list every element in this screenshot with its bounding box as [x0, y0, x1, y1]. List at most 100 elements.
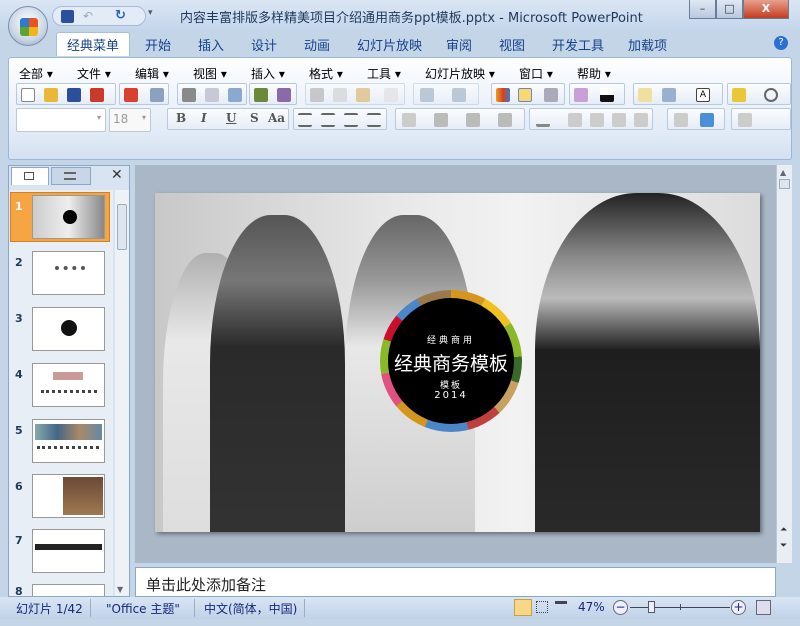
print-preview-icon[interactable]	[205, 88, 219, 102]
main-vertical-scrollbar[interactable]: ▲ ⏶ ⏷	[776, 165, 792, 563]
tab-classic-menu[interactable]: 经典菜单	[56, 32, 131, 56]
slide-thumbnail-8[interactable]	[32, 584, 105, 596]
zoom-slider[interactable]	[630, 601, 730, 613]
tab-design[interactable]: 设计	[251, 35, 277, 54]
font-color-icon[interactable]	[536, 113, 550, 127]
save-icon[interactable]	[61, 10, 74, 23]
menu-insert[interactable]: 插入 ▾	[251, 65, 285, 82]
menu-help[interactable]: 帮助 ▾	[577, 65, 611, 82]
new-icon[interactable]	[21, 88, 35, 102]
tab-outline[interactable]	[51, 167, 91, 185]
menu-window[interactable]: 窗口 ▾	[519, 65, 553, 82]
line-spacing-icon[interactable]	[402, 113, 416, 127]
quick-styles-icon[interactable]	[700, 113, 714, 127]
menu-all[interactable]: 全部 ▾	[19, 65, 53, 82]
zoom-level[interactable]: 47%	[578, 600, 605, 614]
tab-home[interactable]: 开始	[145, 35, 171, 54]
customize-qat-icon[interactable]: ▾	[148, 8, 153, 18]
slide-canvas[interactable]: 经典商用 经典商务模板 模板 2014	[155, 193, 760, 532]
change-case-button[interactable]: Aa	[268, 111, 285, 125]
tab-addins[interactable]: 加载项	[628, 35, 667, 54]
menu-format[interactable]: 格式 ▾	[309, 65, 343, 82]
format-painter-icon[interactable]	[384, 88, 398, 102]
chart-icon[interactable]	[496, 88, 510, 102]
justify-icon[interactable]	[367, 113, 381, 127]
close-pane-icon[interactable]: ✕	[111, 167, 123, 183]
slide-thumbnail-4[interactable]	[32, 363, 105, 407]
slide-thumbnail-3[interactable]	[32, 307, 105, 351]
next-slide-icon[interactable]: ⏷	[780, 541, 787, 551]
shape-fill-icon[interactable]	[738, 113, 752, 127]
print-icon[interactable]	[182, 88, 196, 102]
menu-edit[interactable]: 编辑 ▾	[135, 65, 169, 82]
permission-icon[interactable]	[90, 88, 104, 102]
save-icon[interactable]	[67, 88, 81, 102]
menu-file[interactable]: 文件 ▾	[77, 65, 111, 82]
tab-developer[interactable]: 开发工具	[552, 35, 604, 54]
align-left-icon[interactable]	[298, 113, 312, 127]
zoom-slider-thumb[interactable]	[647, 601, 655, 613]
previous-slide-icon[interactable]: ⏶	[780, 525, 787, 535]
tab-view[interactable]: 视图	[499, 35, 525, 54]
font-size-select[interactable]: 18 ▾	[109, 108, 151, 132]
find-icon[interactable]	[764, 88, 778, 102]
minimize-button[interactable]: –	[689, 0, 716, 19]
shadow-button[interactable]: S	[250, 111, 259, 125]
bullets-icon[interactable]	[498, 113, 512, 127]
menu-view[interactable]: 视图 ▾	[193, 65, 227, 82]
scroll-thumb[interactable]	[117, 204, 127, 250]
tab-slides[interactable]	[11, 167, 49, 185]
mail-icon[interactable]	[150, 88, 164, 102]
cut-icon[interactable]	[310, 88, 324, 102]
paste-icon[interactable]	[356, 88, 370, 102]
layout-icon[interactable]	[662, 88, 676, 102]
bold-button[interactable]: B	[176, 111, 186, 125]
underline-button[interactable]: U	[226, 111, 236, 125]
align-right-icon[interactable]	[344, 113, 358, 127]
undo-icon[interactable]	[420, 88, 434, 102]
font-name-select[interactable]: ▾	[16, 108, 106, 132]
zoom-out-icon[interactable]: −	[613, 600, 628, 615]
menu-slideshow[interactable]: 幻灯片放映 ▾	[425, 65, 495, 82]
slide-thumbnail-6[interactable]	[32, 474, 105, 518]
fit-to-window-icon[interactable]	[756, 600, 771, 615]
tab-insert[interactable]: 插入	[198, 35, 224, 54]
redo-icon[interactable]: ↻	[115, 8, 126, 23]
copy-icon[interactable]	[333, 88, 347, 102]
scroll-up-icon[interactable]: ▲	[780, 168, 786, 177]
scroll-down-icon[interactable]: ▼	[117, 585, 123, 594]
align-center-icon[interactable]	[321, 113, 335, 127]
arrange-icon[interactable]	[674, 113, 688, 127]
zoom-in-icon[interactable]: +	[731, 600, 746, 615]
text-direction-icon[interactable]	[434, 113, 448, 127]
increase-indent-icon[interactable]	[634, 113, 648, 127]
normal-view-icon[interactable]	[514, 599, 532, 616]
slide-thumbnail-7[interactable]	[32, 529, 105, 573]
slide-thumbnail-1[interactable]	[32, 195, 105, 239]
slide-thumbnail-2[interactable]	[32, 251, 105, 295]
notes-pane[interactable]: 单击此处添加备注	[135, 567, 776, 597]
new-slide-icon[interactable]	[638, 88, 652, 102]
redo-icon[interactable]	[452, 88, 466, 102]
hyperlink-icon[interactable]	[544, 88, 558, 102]
grayscale-icon[interactable]	[600, 88, 614, 102]
decrease-indent-icon[interactable]	[612, 113, 626, 127]
shrink-font-icon[interactable]	[590, 113, 604, 127]
slide-thumbnail-5[interactable]	[32, 419, 105, 463]
research-icon[interactable]	[277, 88, 291, 102]
color-scheme-icon[interactable]	[574, 88, 588, 102]
attach-icon[interactable]	[124, 88, 138, 102]
undo-icon[interactable]: ↶	[83, 9, 93, 23]
tab-animation[interactable]: 动画	[304, 35, 330, 54]
spelling-icon[interactable]	[254, 88, 268, 102]
textbox-icon[interactable]: A	[696, 88, 710, 102]
menu-tools[interactable]: 工具 ▾	[367, 65, 401, 82]
close-button[interactable]: X	[743, 0, 789, 19]
table-icon[interactable]	[228, 88, 242, 102]
folder-icon[interactable]	[732, 88, 746, 102]
language-indicator[interactable]: 中文(简体，中国)	[204, 600, 297, 617]
open-icon[interactable]	[44, 88, 58, 102]
thumbnail-scrollbar[interactable]: ▼	[115, 190, 129, 596]
scroll-thumb[interactable]	[779, 179, 790, 189]
slideshow-view-icon[interactable]	[555, 601, 567, 613]
